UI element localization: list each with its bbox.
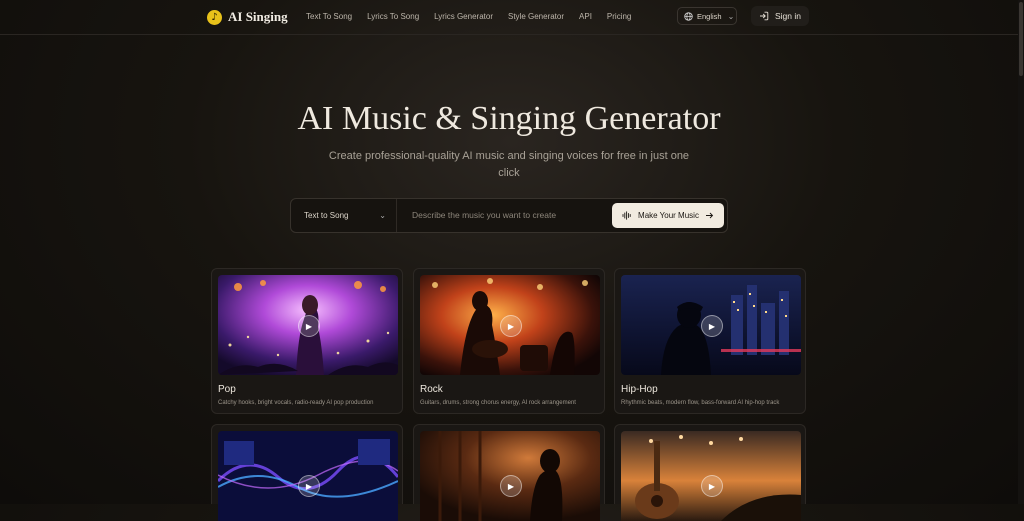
play-icon[interactable]: ▶: [701, 315, 723, 337]
brand-name: AI Singing: [228, 9, 288, 24]
waveform-icon: [622, 211, 631, 220]
nav-link-style-generator[interactable]: Style Generator: [508, 12, 564, 21]
genre-card-electronic[interactable]: ▶: [211, 424, 403, 521]
top-navbar: ♪ AI Singing Text To Song Lyrics To Song…: [0, 0, 1018, 35]
genre-card-acoustic[interactable]: ▶: [614, 424, 806, 521]
scrollbar[interactable]: [1018, 0, 1024, 504]
play-icon[interactable]: ▶: [500, 475, 522, 497]
make-your-music-label: Make Your Music: [638, 211, 699, 220]
chevron-down-icon: ⌄: [727, 11, 735, 21]
mode-selector[interactable]: Text to Song ⌄: [291, 199, 397, 232]
mode-label: Text to Song: [304, 211, 349, 220]
hero-subtitle: Create professional-quality AI music and…: [328, 150, 690, 179]
rock-cover-image: ▶: [420, 275, 600, 375]
play-icon[interactable]: ▶: [298, 315, 320, 337]
sign-in-button[interactable]: Sign in: [751, 6, 809, 26]
genre-name: Pop: [218, 384, 236, 395]
genre-description: Catchy hooks, bright vocals, radio-ready…: [218, 400, 374, 406]
nav-link-text-to-song[interactable]: Text To Song: [306, 12, 352, 21]
sign-in-icon: [760, 11, 769, 21]
make-your-music-button[interactable]: Make Your Music: [612, 203, 724, 228]
scrollbar-thumb[interactable]: [1019, 2, 1023, 76]
pop-cover-image: ▶: [218, 275, 398, 375]
brand-logo[interactable]: ♪ AI Singing: [207, 9, 288, 25]
nav-links: Text To Song Lyrics To Song Lyrics Gener…: [306, 12, 646, 21]
genre-card-rnb[interactable]: ▶: [413, 424, 605, 521]
language-selector[interactable]: English ⌄: [677, 7, 737, 25]
genre-description: Rhythmic beats, modern flow, bass-forwar…: [621, 400, 780, 406]
globe-icon: [684, 11, 693, 21]
chevron-down-icon: ⌄: [379, 211, 386, 220]
music-note-icon: ♪: [207, 9, 222, 25]
play-icon[interactable]: ▶: [500, 315, 522, 337]
language-label: English: [697, 11, 722, 21]
play-icon[interactable]: ▶: [298, 475, 320, 497]
electronic-cover-image: ▶: [218, 431, 398, 521]
genre-card-pop[interactable]: ▶ Pop Catchy hooks, bright vocals, radio…: [211, 268, 403, 414]
nav-link-lyrics-to-song[interactable]: Lyrics To Song: [367, 12, 419, 21]
genre-description: Guitars, drums, strong chorus energy, AI…: [420, 400, 576, 406]
sign-in-label: Sign in: [775, 11, 801, 21]
genre-name: Rock: [420, 384, 443, 395]
acoustic-cover-image: ▶: [621, 431, 801, 521]
nav-link-lyrics-generator[interactable]: Lyrics Generator: [434, 12, 493, 21]
nav-link-api[interactable]: API: [579, 12, 592, 21]
nav-link-pricing[interactable]: Pricing: [607, 12, 631, 21]
generator-bar: Text to Song ⌄ Describe the music you wa…: [290, 198, 728, 233]
arrow-right-icon: [705, 212, 714, 219]
hero-title: AI Music & Singing Generator: [297, 100, 721, 137]
prompt-input[interactable]: Describe the music you want to create: [412, 210, 556, 220]
genre-card-rock[interactable]: ▶ Rock Guitars, drums, strong chorus ene…: [413, 268, 605, 414]
hip-hop-cover-image: ▶: [621, 275, 801, 375]
genre-card-hip-hop[interactable]: ▶ Hip-Hop Rhythmic beats, modern flow, b…: [614, 268, 806, 414]
rnb-cover-image: ▶: [420, 431, 600, 521]
genre-name: Hip-Hop: [621, 384, 658, 395]
play-icon[interactable]: ▶: [701, 475, 723, 497]
